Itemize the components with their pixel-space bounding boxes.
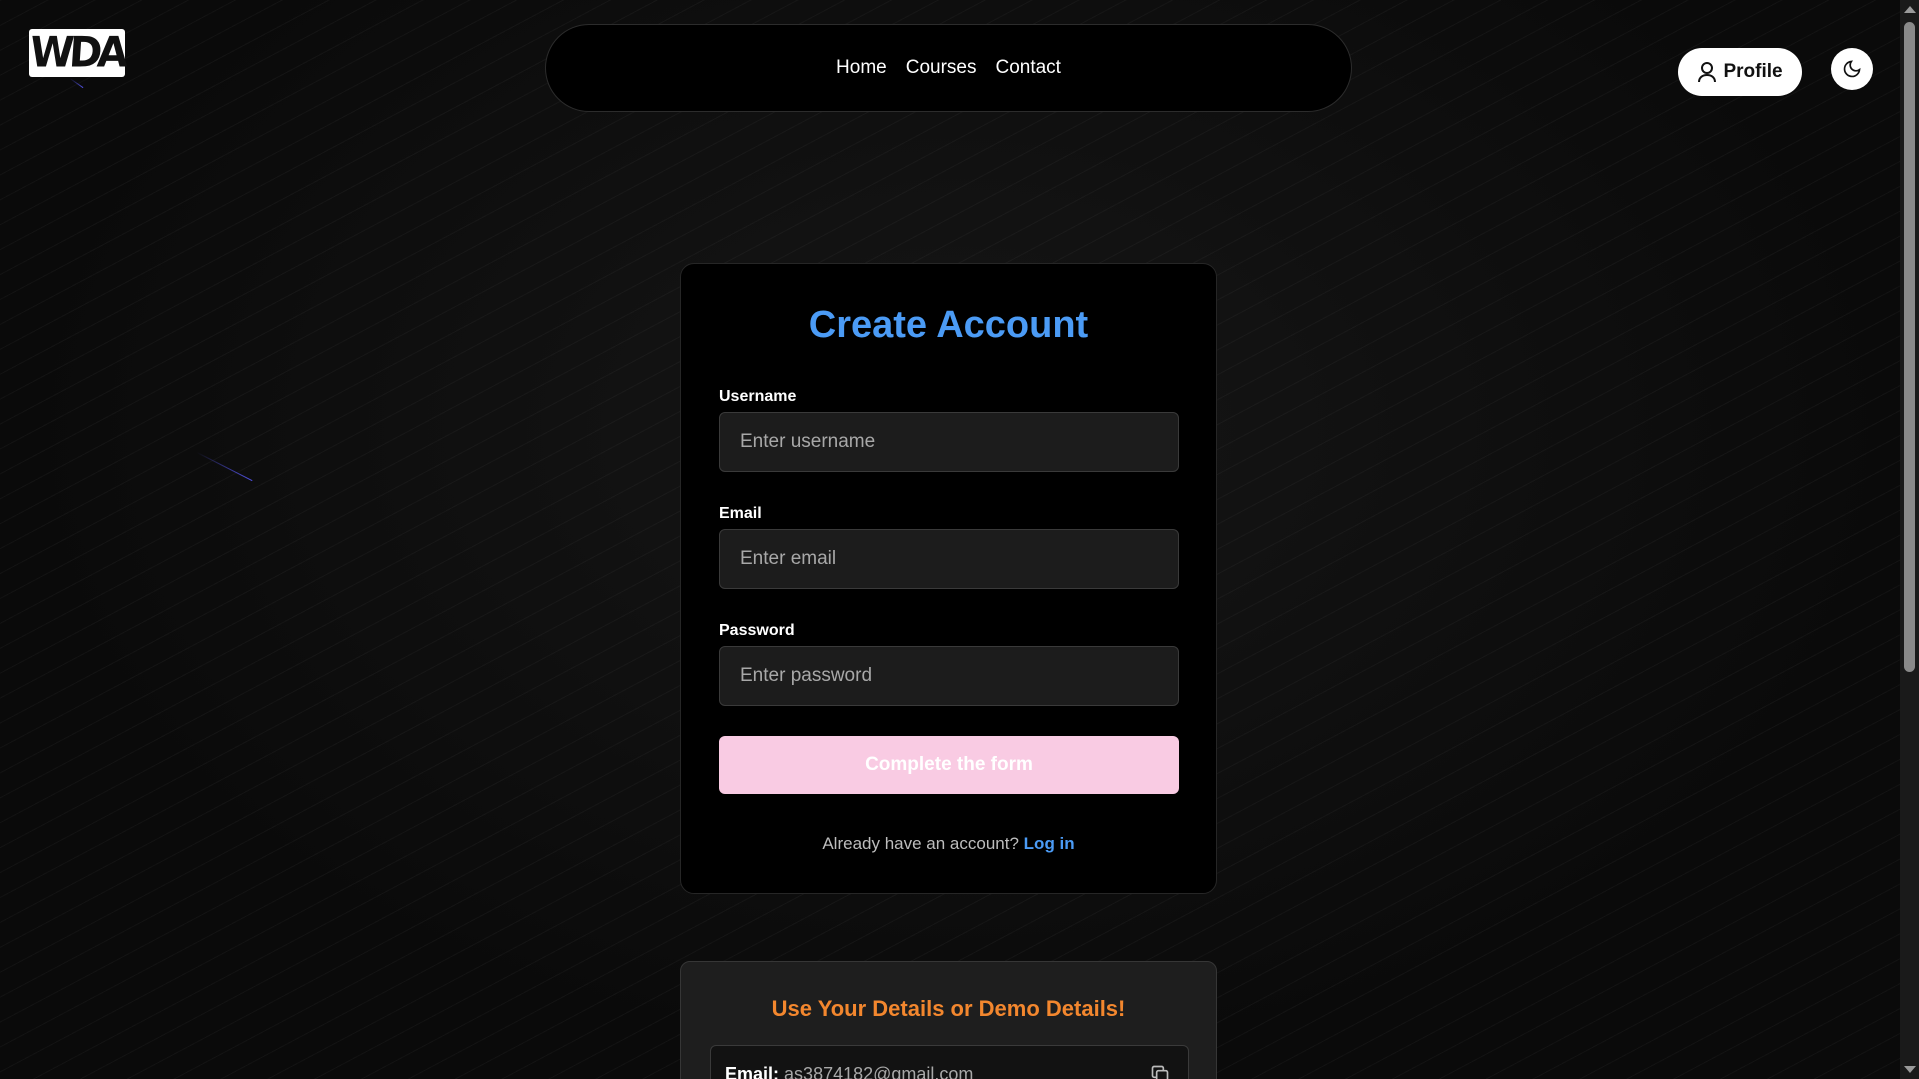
vertical-scrollbar[interactable] — [1900, 0, 1919, 1079]
profile-label: Profile — [1723, 61, 1783, 82]
demo-title: Use Your Details or Demo Details! — [771, 996, 1126, 1021]
moon-icon — [1843, 60, 1861, 78]
site-logo[interactable]: WDA — [29, 29, 125, 77]
password-label: Password — [719, 622, 795, 639]
email-label: Email — [719, 505, 762, 522]
username-label: Username — [719, 388, 797, 405]
submit-button[interactable]: Complete the form — [719, 736, 1179, 794]
login-link[interactable]: Log in — [1024, 834, 1075, 853]
demo-email-row: Email: as3874182@gmail.com — [710, 1045, 1189, 1079]
password-input[interactable] — [719, 646, 1179, 706]
page: WDA Home Courses Contact Profile Create … — [0, 0, 1919, 1079]
username-input[interactable] — [719, 412, 1179, 472]
demo-email-label: Email: — [725, 1064, 780, 1079]
theme-toggle-button[interactable] — [1831, 48, 1873, 90]
demo-email-value: as3874182@gmail.com — [784, 1064, 974, 1079]
user-icon — [1698, 62, 1717, 83]
decorative-streak — [196, 452, 253, 482]
signup-card: Create Account Username Email Password C… — [680, 263, 1217, 894]
email-input[interactable] — [719, 529, 1179, 589]
scrollbar-thumb[interactable] — [1904, 22, 1915, 672]
scroll-down-arrow-icon[interactable] — [1904, 1066, 1916, 1073]
main-nav: Home Courses Contact — [545, 24, 1352, 112]
decorative-streak — [69, 78, 84, 89]
demo-details-card: Use Your Details or Demo Details! Email:… — [680, 961, 1217, 1079]
scroll-up-arrow-icon[interactable] — [1904, 6, 1916, 13]
nav-contact-link[interactable]: Contact — [995, 57, 1060, 79]
nav-home-link[interactable]: Home — [836, 57, 887, 79]
profile-button[interactable]: Profile — [1678, 48, 1802, 96]
login-prompt-text: Already have an account? — [822, 834, 1019, 853]
form-title: Create Account — [808, 304, 1089, 346]
copy-icon[interactable] — [1150, 1064, 1170, 1079]
login-prompt: Already have an account? Log in — [681, 834, 1216, 854]
nav-courses-link[interactable]: Courses — [906, 57, 977, 79]
logo-text: WDA — [28, 28, 126, 78]
